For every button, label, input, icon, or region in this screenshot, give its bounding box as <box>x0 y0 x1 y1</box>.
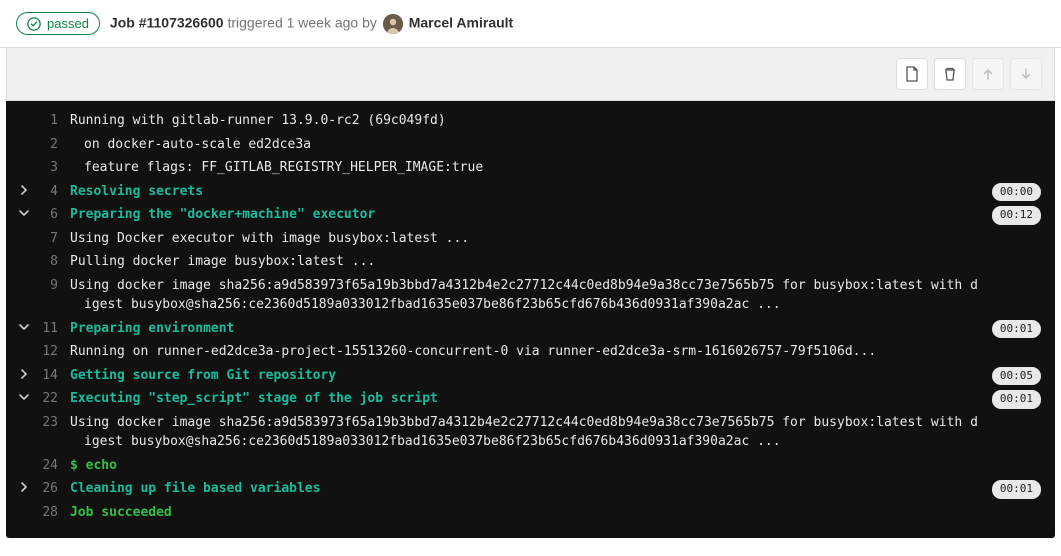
status-badge: passed <box>16 12 100 35</box>
show-raw-button[interactable] <box>896 58 928 90</box>
fold-spacer <box>10 342 38 344</box>
line-number: 23 <box>38 413 70 433</box>
log-text: Executing "step_script" stage of the job… <box>70 389 1045 409</box>
line-number: 24 <box>38 456 70 476</box>
line-number: 2 <box>38 135 70 155</box>
fold-spacer <box>10 503 38 505</box>
log-section-header[interactable]: 6Preparing the "docker+machine" executor… <box>6 203 1055 227</box>
log-section-header[interactable]: 22Executing "step_script" stage of the j… <box>6 387 1055 411</box>
arrow-up-icon <box>980 66 996 82</box>
section-duration: 00:05 <box>992 367 1041 386</box>
log-line: 28Job succeeded <box>6 501 1055 525</box>
section-duration: 00:12 <box>992 206 1041 225</box>
fold-spacer <box>10 111 38 113</box>
arrow-down-icon <box>1018 66 1034 82</box>
log-text: on docker-auto-scale ed2dce3a <box>70 135 1045 155</box>
log-text: Getting source from Git repository <box>70 366 1045 386</box>
log-line: 24$ echo <box>6 454 1055 478</box>
fold-spacer <box>10 135 38 137</box>
log-line: 1Running with gitlab-runner 13.9.0-rc2 (… <box>6 109 1055 133</box>
line-number: 3 <box>38 158 70 178</box>
scroll-top-button[interactable] <box>972 58 1004 90</box>
check-circle-icon <box>27 17 41 31</box>
log-text: Job succeeded <box>70 503 1045 523</box>
fold-spacer <box>10 229 38 231</box>
log-text: feature flags: FF_GITLAB_REGISTRY_HELPER… <box>70 158 1045 178</box>
line-number: 28 <box>38 503 70 523</box>
log-text: Resolving secrets <box>70 182 1045 202</box>
log-text: Running with gitlab-runner 13.9.0-rc2 (6… <box>70 111 1045 131</box>
document-icon <box>904 66 920 82</box>
log-line: 8Pulling docker image busybox:latest ... <box>6 250 1055 274</box>
log-line: 23Using docker image sha256:a9d583973f65… <box>6 411 1055 454</box>
section-duration: 00:01 <box>992 390 1041 409</box>
fold-spacer <box>10 456 38 458</box>
line-number: 8 <box>38 252 70 272</box>
triggered-text: triggered 1 week ago by <box>227 14 376 30</box>
job-title-row: Job #1107326600 triggered 1 week ago by … <box>110 14 513 34</box>
line-number: 6 <box>38 205 70 225</box>
log-text: $ echo <box>70 456 1045 476</box>
log-text: Using docker image sha256:a9d583973f65a1… <box>70 276 1045 315</box>
line-number: 9 <box>38 276 70 296</box>
log-text: Cleaning up file based variables <box>70 479 1045 499</box>
section-duration: 00:01 <box>992 480 1041 499</box>
log-section-header[interactable]: 26Cleaning up file based variables00:01 <box>6 477 1055 501</box>
job-log: 1Running with gitlab-runner 13.9.0-rc2 (… <box>6 101 1055 538</box>
log-text: Running on runner-ed2dce3a-project-15513… <box>70 342 1045 362</box>
fold-toggle-icon[interactable] <box>10 479 38 498</box>
log-section-header[interactable]: 11Preparing environment00:01 <box>6 317 1055 341</box>
fold-toggle-icon[interactable] <box>10 205 38 224</box>
line-number: 12 <box>38 342 70 362</box>
line-number: 26 <box>38 479 70 499</box>
job-id: Job #1107326600 <box>110 14 224 30</box>
log-text: Pulling docker image busybox:latest ... <box>70 252 1045 272</box>
log-text: Preparing environment <box>70 319 1045 339</box>
log-line: 3feature flags: FF_GITLAB_REGISTRY_HELPE… <box>6 156 1055 180</box>
log-line: 9Using docker image sha256:a9d583973f65a… <box>6 274 1055 317</box>
fold-toggle-icon[interactable] <box>10 319 38 338</box>
log-text: Using docker image sha256:a9d583973f65a1… <box>70 413 1045 452</box>
line-number: 14 <box>38 366 70 386</box>
fold-spacer <box>10 252 38 254</box>
log-line: 12Running on runner-ed2dce3a-project-155… <box>6 340 1055 364</box>
avatar <box>383 14 403 34</box>
log-toolbar <box>6 48 1055 101</box>
trash-icon <box>942 66 958 82</box>
line-number: 7 <box>38 229 70 249</box>
fold-spacer <box>10 276 38 278</box>
fold-spacer <box>10 158 38 160</box>
fold-toggle-icon[interactable] <box>10 389 38 408</box>
log-line: 7Using Docker executor with image busybo… <box>6 227 1055 251</box>
log-text: Preparing the "docker+machine" executor <box>70 205 1045 225</box>
fold-toggle-icon[interactable] <box>10 366 38 385</box>
log-line: 2on docker-auto-scale ed2dce3a <box>6 133 1055 157</box>
job-header: passed Job #1107326600 triggered 1 week … <box>0 0 1061 48</box>
fold-spacer <box>10 413 38 415</box>
erase-log-button[interactable] <box>934 58 966 90</box>
line-number: 4 <box>38 182 70 202</box>
line-number: 1 <box>38 111 70 131</box>
section-duration: 00:00 <box>992 183 1041 202</box>
line-number: 11 <box>38 319 70 339</box>
log-section-header[interactable]: 4Resolving secrets00:00 <box>6 180 1055 204</box>
log-section-header[interactable]: 14Getting source from Git repository00:0… <box>6 364 1055 388</box>
line-number: 22 <box>38 389 70 409</box>
log-text: Using Docker executor with image busybox… <box>70 229 1045 249</box>
author-name[interactable]: Marcel Amirault <box>409 14 514 30</box>
status-label: passed <box>47 16 89 31</box>
scroll-bottom-button[interactable] <box>1010 58 1042 90</box>
section-duration: 00:01 <box>992 320 1041 339</box>
fold-toggle-icon[interactable] <box>10 182 38 201</box>
